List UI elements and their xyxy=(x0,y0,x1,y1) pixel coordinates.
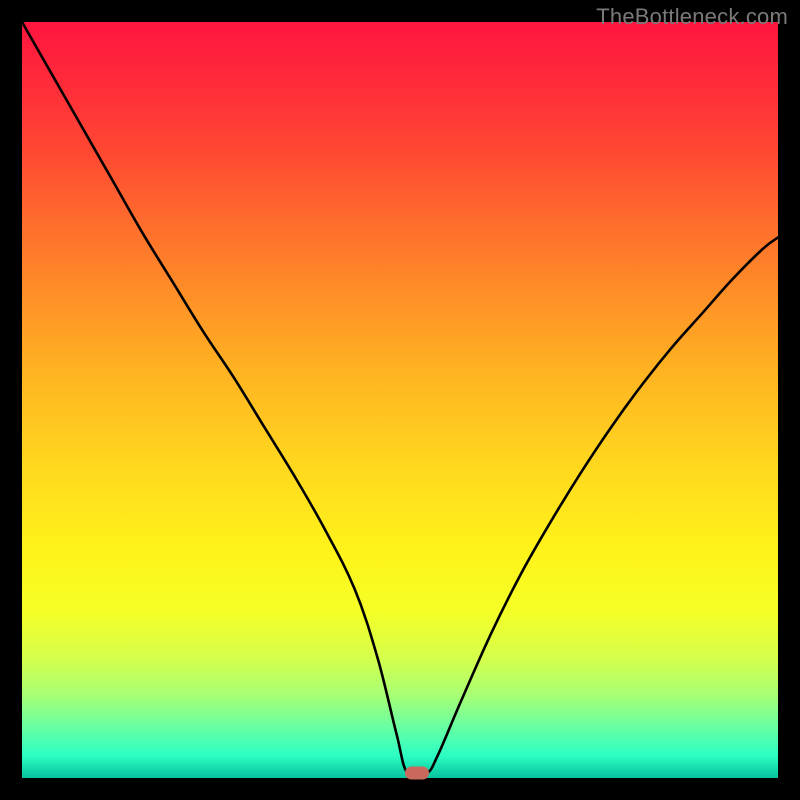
curve-path xyxy=(22,22,778,778)
chart-frame: TheBottleneck.com xyxy=(0,0,800,800)
bottleneck-curve xyxy=(22,22,778,778)
plot-area xyxy=(22,22,778,778)
watermark-text: TheBottleneck.com xyxy=(596,4,788,30)
optimum-marker xyxy=(405,767,429,780)
